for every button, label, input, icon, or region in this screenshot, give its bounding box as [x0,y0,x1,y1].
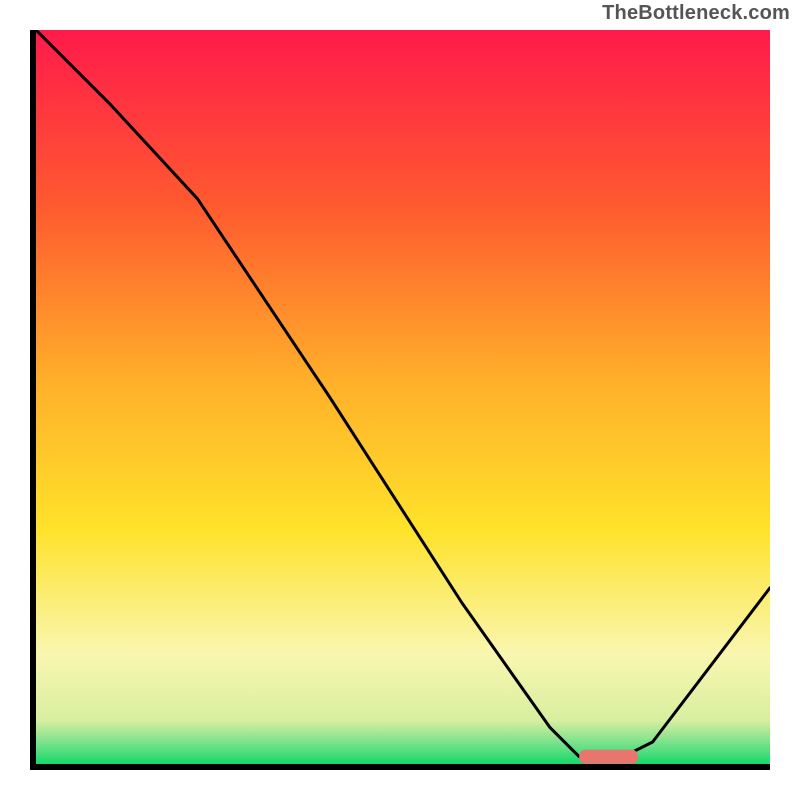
plot-svg [36,30,770,764]
watermark-text: TheBottleneck.com [602,2,790,25]
optimal-marker [579,750,638,764]
chart-container: TheBottleneck.com [0,0,800,800]
gradient-background [36,30,770,764]
plot-area [36,30,770,764]
